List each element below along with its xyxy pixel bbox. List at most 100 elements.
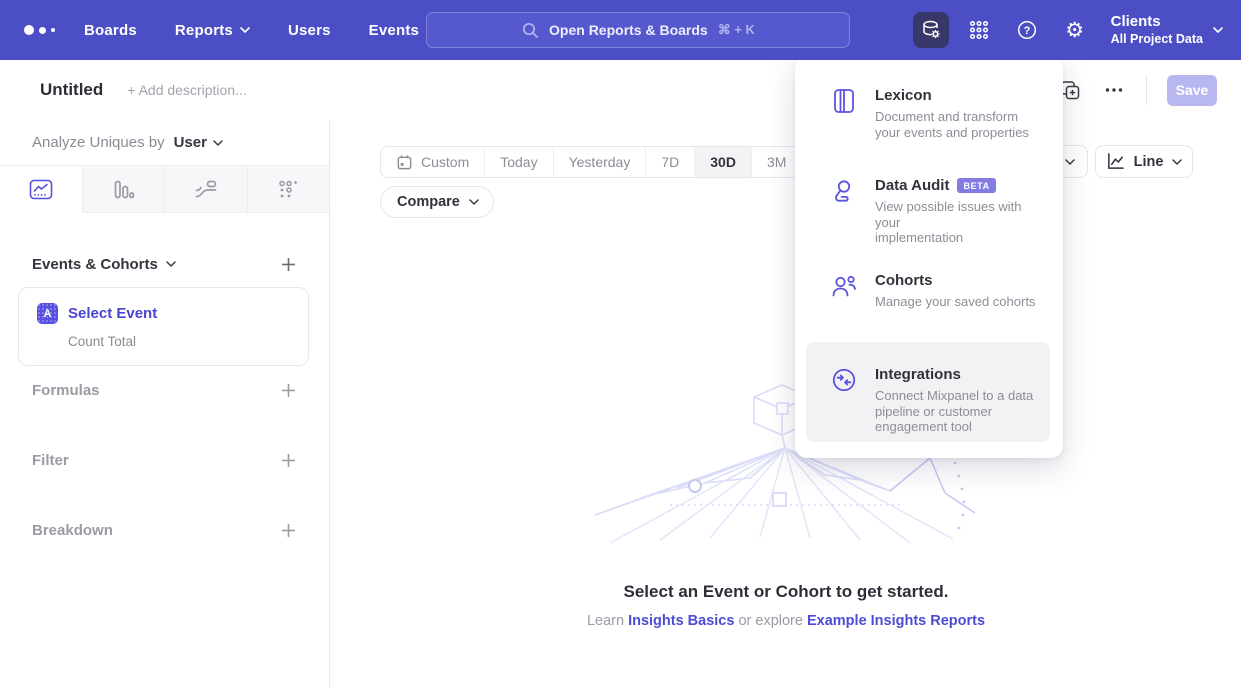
analyze-label: Analyze Uniques by [32,134,165,151]
project-label: All Project Data [1111,32,1203,48]
data-management-button[interactable] [913,12,949,48]
tab-bar-chart[interactable] [82,166,165,213]
menu-item-description: View possible issues with your implement… [875,199,1047,246]
menu-item-integrations[interactable]: Integrations Connect Mixpanel to a data … [806,342,1050,442]
chart-type-tabs [0,165,329,213]
chevron-down-icon [469,199,479,205]
insights-basics-link[interactable]: Insights Basics [628,613,734,629]
formulas-section: Formulas [32,381,297,399]
add-description-field[interactable]: + Add description... [127,82,246,98]
chevron-down-icon [166,261,176,267]
data-management-icon [920,19,942,41]
filter-section: Filter [32,451,297,469]
date-range-3m[interactable]: 3M [751,147,801,177]
empty-state-subtitle: Learn Insights Basics or explore Example… [331,613,1241,629]
mixpanel-insights-app: Boards Reports Users Events Open Reports… [0,0,1241,688]
nav-item-reports[interactable]: Reports [175,22,250,39]
tab-flow-chart[interactable] [164,166,247,213]
search-shortcut: ⌘ + K [718,22,755,38]
add-formula-button[interactable] [279,381,297,399]
query-builder-sidebar: Analyze Uniques by User [0,120,330,688]
add-filter-button[interactable] [279,451,297,469]
bar-chart-tab-icon [111,179,135,200]
report-title[interactable]: Untitled [40,80,103,100]
date-range-30d[interactable]: 30D [694,147,751,177]
select-event-button[interactable]: Select Event [68,305,157,322]
line-chart-tab-icon [29,179,53,200]
analyze-row: Analyze Uniques by User [0,120,329,165]
settings-button[interactable]: ⚙ [1057,12,1093,48]
chevron-down-icon [1213,27,1223,33]
menu-item-description: Connect Mixpanel to a data pipeline or c… [875,388,1045,435]
project-selector[interactable]: Clients All Project Data [1111,13,1223,47]
nav-item-boards[interactable]: Boards [84,22,137,39]
add-breakdown-button[interactable] [279,521,297,539]
top-navbar: Boards Reports Users Events Open Reports… [0,0,1241,60]
plus-icon [281,383,296,398]
plus-icon [281,453,296,468]
nav-item-users[interactable]: Users [288,22,331,39]
lexicon-icon [830,87,858,115]
save-button[interactable]: Save [1167,75,1217,106]
flow-chart-tab-icon [194,179,218,200]
search-placeholder: Open Reports & Boards [549,22,708,38]
calendar-icon [396,154,413,171]
learn-prefix: Learn [587,613,628,629]
help-icon: ? [1016,19,1038,41]
nav-item-events[interactable]: Events [369,22,419,39]
chevron-down-icon [213,140,223,146]
chart-type-dropdown[interactable]: Line [1095,145,1193,178]
menu-item-lexicon[interactable]: Lexicon Document and transform your even… [830,87,1047,140]
chevron-down-icon [1065,159,1075,165]
count-total-dropdown[interactable]: Count Total [68,334,290,349]
empty-state-title: Select an Event or Cohort to get started… [331,582,1241,602]
settings-gear-icon: ⚙ [1065,20,1084,41]
events-cohorts-header: Events & Cohorts [32,255,297,273]
svg-text:?: ? [1023,25,1030,37]
data-audit-icon [830,177,858,205]
tab-insights-chart[interactable] [0,166,82,213]
menu-item-title: Data Audit [875,177,949,194]
global-search-input[interactable]: Open Reports & Boards ⌘ + K [426,12,850,48]
line-chart-icon [1106,152,1125,171]
events-cohorts-label[interactable]: Events & Cohorts [32,256,176,273]
beta-badge: BETA [957,178,995,193]
date-range-today[interactable]: Today [484,147,552,177]
tab-scatter-chart[interactable] [247,166,330,213]
middle-text: or explore [734,613,807,629]
breakdown-label: Breakdown [32,522,113,539]
menu-item-cohorts[interactable]: Cohorts Manage your saved cohorts [830,272,1047,310]
breakdown-section: Breakdown [32,521,297,539]
apps-grid-button[interactable] [961,12,997,48]
menu-item-title: Integrations [875,366,961,383]
mixpanel-logo[interactable] [24,25,70,35]
integrations-icon [830,366,858,394]
help-button[interactable]: ? [1009,12,1045,48]
menu-item-title: Cohorts [875,272,933,289]
add-event-button[interactable] [279,255,297,273]
formulas-label: Formulas [32,382,100,399]
date-range-yesterday[interactable]: Yesterday [553,147,646,177]
nav-links: Boards Reports Users Events [84,22,419,39]
header-actions: Save [1058,60,1217,120]
event-card[interactable]: A Select Event Count Total [18,287,309,366]
menu-item-description: Document and transform your events and p… [875,109,1047,140]
menu-item-data-audit[interactable]: Data Audit BETA View possible issues wit… [830,177,1047,246]
analyze-value-dropdown[interactable]: User [174,134,223,151]
more-options-button[interactable] [1102,78,1126,102]
report-canvas: Custom Today Yesterday 7D 30D 3M 6M Comp… [331,120,1241,688]
plus-icon [281,257,296,272]
filter-label: Filter [32,452,69,469]
menu-item-title: Lexicon [875,87,932,104]
example-reports-link[interactable]: Example Insights Reports [807,613,985,629]
plus-icon [281,523,296,538]
date-range-7d[interactable]: 7D [645,147,694,177]
menu-item-description: Manage your saved cohorts [875,294,1047,310]
chevron-down-icon [1172,159,1182,165]
compare-button[interactable]: Compare [380,186,494,218]
scatter-chart-tab-icon [276,179,300,200]
data-management-menu: Lexicon Document and transform your even… [795,57,1063,458]
clients-label: Clients [1111,13,1203,32]
navbar-right: ? ⚙ Clients All Project Data [913,0,1223,60]
date-range-custom[interactable]: Custom [381,147,484,177]
